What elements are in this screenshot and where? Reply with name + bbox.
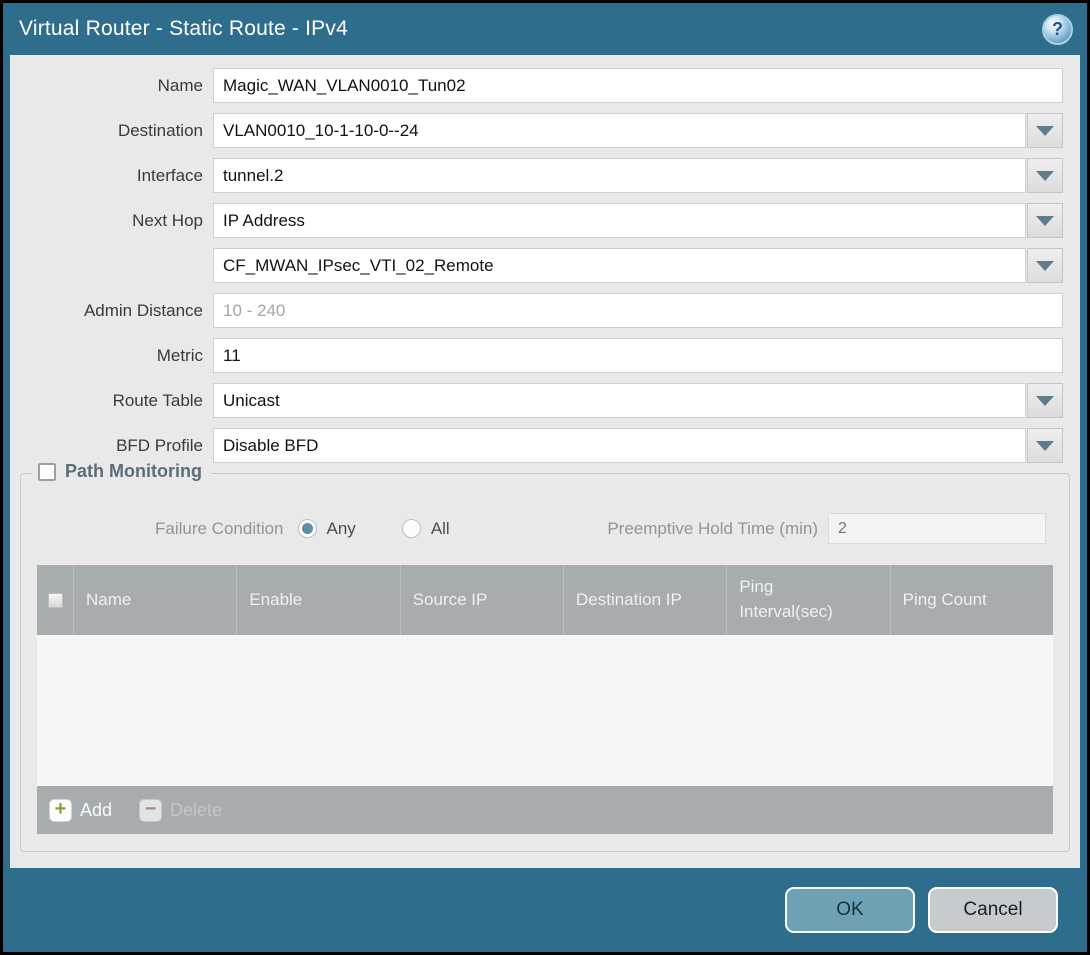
route-table-input[interactable] — [213, 383, 1026, 418]
next-hop-type-dropdown-button[interactable] — [1027, 203, 1063, 238]
next-hop-label: Next Hop — [10, 211, 213, 231]
chevron-down-icon — [1036, 261, 1054, 271]
chevron-down-icon — [1036, 171, 1054, 181]
table-header-row: Name Enable Source IP Destination IP Pin… — [37, 565, 1053, 635]
interface-input[interactable] — [213, 158, 1026, 193]
path-monitoring-legend: Path Monitoring — [33, 461, 211, 482]
next-hop-address-input[interactable] — [213, 248, 1026, 283]
table-toolbar: + Add − Delete — [37, 786, 1053, 834]
route-table-label: Route Table — [10, 391, 213, 411]
interface-label: Interface — [10, 166, 213, 186]
destination-input[interactable] — [213, 113, 1026, 148]
help-icon[interactable]: ? — [1042, 14, 1073, 45]
chevron-down-icon — [1036, 396, 1054, 406]
add-button-label: Add — [80, 800, 112, 821]
metric-label: Metric — [10, 346, 213, 366]
chevron-down-icon — [1036, 441, 1054, 451]
static-route-dialog: Virtual Router - Static Route - IPv4 ? N… — [3, 3, 1087, 952]
failure-condition-all-label: All — [431, 519, 450, 539]
path-monitoring-title: Path Monitoring — [65, 461, 202, 482]
route-table-dropdown-button[interactable] — [1027, 383, 1063, 418]
column-header-ping-count: Ping Count — [890, 565, 1053, 635]
interface-dropdown-button[interactable] — [1027, 158, 1063, 193]
form-row-metric: Metric — [10, 338, 1063, 373]
column-header-name: Name — [73, 565, 236, 635]
dialog-footer: OK Cancel — [3, 868, 1087, 952]
column-header-source-ip: Source IP — [400, 565, 563, 635]
delete-button[interactable]: − Delete — [139, 799, 222, 822]
column-header-destination-ip: Destination IP — [563, 565, 726, 635]
cancel-button[interactable]: Cancel — [928, 887, 1058, 933]
name-label: Name — [10, 76, 213, 96]
add-plus-icon: + — [49, 799, 72, 822]
admin-distance-label: Admin Distance — [10, 301, 213, 321]
failure-condition-label: Failure Condition — [155, 519, 284, 539]
name-input[interactable] — [213, 68, 1063, 103]
form-row-name: Name — [10, 68, 1063, 103]
column-header-enable: Enable — [236, 565, 399, 635]
form-row-bfd-profile: BFD Profile — [10, 428, 1063, 463]
failure-condition-any-radio[interactable] — [298, 519, 317, 538]
path-monitoring-group: Path Monitoring Failure Condition Any Al… — [20, 473, 1070, 852]
metric-input[interactable] — [213, 338, 1063, 373]
bfd-profile-dropdown-button[interactable] — [1027, 428, 1063, 463]
page-title: Virtual Router - Static Route - IPv4 — [19, 17, 348, 41]
preemptive-hold-time-input[interactable] — [828, 513, 1046, 544]
form-row-next-hop: Next Hop — [10, 203, 1063, 238]
dialog-content: Name Destination Interface — [10, 55, 1080, 868]
failure-condition-all-radio[interactable] — [402, 519, 421, 538]
destination-dropdown-button[interactable] — [1027, 113, 1063, 148]
help-glyph: ? — [1052, 19, 1063, 40]
ok-button[interactable]: OK — [785, 887, 915, 933]
bfd-profile-input[interactable] — [213, 428, 1026, 463]
delete-button-label: Delete — [170, 800, 222, 821]
form-row-destination: Destination — [10, 113, 1063, 148]
path-monitoring-checkbox[interactable] — [38, 463, 56, 481]
bfd-profile-label: BFD Profile — [10, 436, 213, 456]
failure-condition-any-label: Any — [327, 519, 356, 539]
next-hop-address-dropdown-button[interactable] — [1027, 248, 1063, 283]
select-all-checkbox[interactable] — [48, 593, 63, 608]
form-row-route-table: Route Table — [10, 383, 1063, 418]
form-row-interface: Interface — [10, 158, 1063, 193]
title-bar: Virtual Router - Static Route - IPv4 ? — [3, 3, 1087, 55]
admin-distance-input[interactable] — [213, 293, 1063, 328]
preemptive-hold-time-label: Preemptive Hold Time (min) — [607, 519, 818, 539]
chevron-down-icon — [1036, 126, 1054, 136]
destination-label: Destination — [10, 121, 213, 141]
form-row-admin-distance: Admin Distance — [10, 293, 1063, 328]
delete-minus-icon: − — [139, 799, 162, 822]
add-button[interactable]: + Add — [49, 799, 112, 822]
path-monitoring-table: Name Enable Source IP Destination IP Pin… — [37, 565, 1053, 834]
table-empty-body — [37, 635, 1053, 786]
form-row-next-hop-value — [10, 248, 1063, 283]
header-checkbox-cell — [37, 565, 73, 635]
failure-condition-row: Failure Condition Any All Preemptive Hol… — [21, 512, 1069, 545]
chevron-down-icon — [1036, 216, 1054, 226]
column-header-ping-interval: Ping Interval(sec) — [726, 565, 889, 635]
next-hop-type-input[interactable] — [213, 203, 1026, 238]
